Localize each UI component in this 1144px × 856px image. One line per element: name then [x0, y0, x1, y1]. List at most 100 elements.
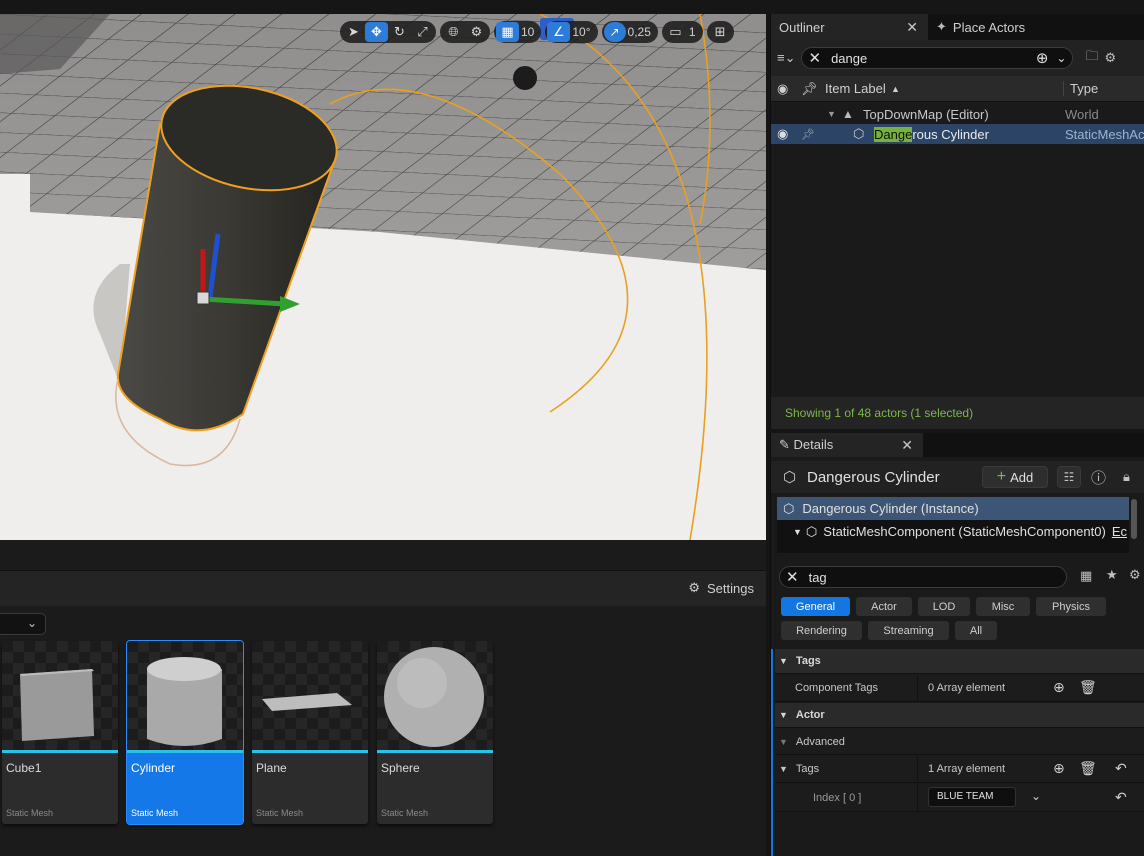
scale-snap-group[interactable]: ↗ 0,25 — [601, 21, 658, 43]
property-index-0: Index [ 0 ] BLUE TEAM ⌄ ↶ — [775, 784, 1144, 812]
new-folder-icon[interactable]: 🗀︎ — [1085, 47, 1098, 69]
close-icon[interactable]: ✕ — [901, 437, 913, 454]
top-strip — [0, 0, 1144, 14]
rotate-mode-icon[interactable]: ↻ — [388, 22, 411, 42]
filter-dropdown[interactable]: ⌄ — [0, 613, 46, 635]
outliner-status-text: Showing 1 of 48 actors (1 selected) — [771, 397, 1144, 429]
clear-search-icon[interactable]: ✕ — [808, 49, 821, 67]
close-icon[interactable]: ✕ — [906, 19, 918, 36]
rotation-snap-group[interactable]: ∠ 10° — [545, 21, 598, 43]
reset-icon[interactable]: ↶ — [1115, 760, 1127, 777]
add-element-icon[interactable]: ⊕ — [1053, 760, 1065, 777]
grid-snap-value[interactable]: 10 — [519, 25, 539, 39]
gear-icon[interactable]: ⚙ — [1105, 50, 1117, 66]
filter-lod[interactable]: LOD — [918, 597, 970, 616]
asset-thumbnail — [377, 641, 493, 753]
rotation-snap-value[interactable]: 10° — [570, 25, 595, 39]
search-value: tag — [808, 569, 827, 585]
filter-icon[interactable]: ≡⌄ — [777, 50, 795, 66]
add-component-button[interactable]: + Add — [982, 466, 1048, 488]
content-browser-header: ⚙ Settings — [0, 570, 766, 606]
outliner-search-input[interactable]: ✕ dange ⊕ ⌄ — [801, 47, 1074, 69]
expand-arrow-icon[interactable]: ▼ — [779, 764, 788, 774]
asset-name: Cube1 — [6, 761, 42, 775]
scale-snap-value[interactable]: 0,25 — [626, 25, 656, 39]
reset-icon[interactable]: ↶ — [1115, 789, 1127, 806]
scale-mode-icon[interactable]: ⤢ — [411, 22, 434, 42]
component-row-instance[interactable]: ⬡ Dangerous Cylinder (Instance) — [777, 497, 1129, 520]
add-filter-icon[interactable]: ⊕ — [1036, 49, 1049, 67]
camera-speed-group[interactable]: ▭ 1 — [661, 21, 703, 43]
table-view-icon[interactable]: ▦ — [1080, 568, 1092, 584]
asset-tile-sphere[interactable]: Sphere Static Mesh — [377, 641, 493, 824]
property-advanced[interactable]: ▼ Advanced — [775, 729, 1144, 755]
layout-group[interactable]: ⊞ — [706, 21, 734, 43]
gear-icon[interactable]: ⚙ — [1129, 567, 1141, 583]
actor-name: Dangerous Cylinder — [807, 468, 940, 486]
outliner-row-dangerous-cylinder[interactable]: ◉ 📌︎ ⬡ Dangerous Cylinder StaticMeshAc — [771, 124, 1144, 144]
filter-misc[interactable]: Misc — [976, 597, 1030, 616]
expand-arrow-icon[interactable]: ▼ — [827, 109, 836, 119]
component-row-static-mesh[interactable]: ▼ ⬡ StaticMeshComponent (StaticMeshCompo… — [777, 520, 1129, 543]
blueprint-icon[interactable]: ☷ — [1057, 466, 1081, 488]
filter-all[interactable]: All — [955, 621, 997, 640]
component-label: StaticMeshComponent (StaticMeshComponent… — [823, 524, 1106, 539]
asset-tiles: Cube1 Static Mesh Cylinder Static Mesh P… — [2, 640, 493, 825]
grid-snap-group[interactable]: ▦ 10 — [494, 21, 542, 43]
filter-general[interactable]: General — [781, 597, 850, 616]
rotation-snap-icon[interactable]: ∠ — [547, 22, 571, 42]
outliner-row-world[interactable]: ▼ ▲ TopDownMap (Editor) World — [771, 104, 1144, 124]
chevron-down-icon[interactable]: ⌄ — [1056, 51, 1066, 65]
filter-streaming[interactable]: Streaming — [868, 621, 949, 640]
property-value: 0 Array element — [928, 682, 1006, 694]
type-header[interactable]: Type — [1063, 81, 1098, 96]
settings-button[interactable]: ⚙ Settings — [688, 580, 754, 596]
expand-arrow-icon: ▼ — [779, 656, 788, 666]
asset-tile-cube[interactable]: Cube1 Static Mesh — [2, 641, 118, 824]
tab-place-actors[interactable]: ✦ Place Actors — [928, 14, 1035, 40]
camera-icon[interactable]: ▭ — [664, 22, 687, 42]
asset-tile-plane[interactable]: Plane Static Mesh — [252, 641, 368, 824]
cube-thumbnail-icon — [20, 669, 94, 741]
add-element-icon[interactable]: ⊕ — [1053, 679, 1065, 696]
trash-icon[interactable]: 🗑︎ — [1079, 760, 1097, 777]
add-label: Add — [1010, 469, 1034, 485]
viewport-layout-icon[interactable]: ⊞ — [709, 22, 732, 42]
translate-mode-icon[interactable]: ✥ — [365, 22, 388, 42]
help-icon[interactable]: ⓘ — [1091, 467, 1106, 488]
visibility-eye-icon[interactable]: ◉ — [777, 126, 788, 142]
tab-details[interactable]: ✎ Details ✕ — [771, 433, 923, 457]
favorite-star-icon[interactable]: ★ — [1106, 567, 1118, 583]
pin-icon[interactable]: 📌︎ — [801, 128, 815, 141]
tab-outliner[interactable]: Outliner ✕ — [771, 14, 928, 40]
filter-actor[interactable]: Actor — [856, 597, 912, 616]
label-rest: rous Cylinder — [912, 126, 989, 142]
item-label-header[interactable]: Item Label — [825, 81, 886, 96]
select-mode-icon[interactable]: ➤ — [342, 22, 365, 42]
grid-snap-icon[interactable]: ▦ — [496, 22, 519, 42]
visibility-column-icon[interactable]: ◉ — [777, 81, 788, 97]
filter-physics[interactable]: Physics — [1036, 597, 1106, 616]
pin-column-icon[interactable]: 📌︎ — [801, 81, 818, 97]
category-tags[interactable]: ▼ Tags — [775, 649, 1144, 674]
camera-speed-value[interactable]: 1 — [687, 25, 701, 39]
filter-rendering[interactable]: Rendering — [781, 621, 862, 640]
tag-value-input[interactable]: BLUE TEAM — [928, 787, 1016, 807]
chevron-down-icon[interactable]: ⌄ — [1031, 789, 1041, 803]
world-space-icon[interactable]: 🌐︎ — [442, 22, 465, 42]
property-component-tags: Component Tags 0 Array element ⊕ 🗑︎ — [775, 675, 1144, 702]
asset-tile-cylinder[interactable]: Cylinder Static Mesh — [126, 640, 244, 825]
gear-icon: ⚙ — [688, 580, 701, 595]
category-actor[interactable]: ▼ Actor — [775, 703, 1144, 728]
tree-scrollbar[interactable] — [1131, 499, 1137, 539]
expand-arrow-icon[interactable]: ▼ — [793, 527, 802, 537]
clear-search-icon[interactable]: ✕ — [786, 568, 799, 586]
scale-snap-icon[interactable]: ↗ — [603, 22, 626, 42]
lock-icon[interactable]: 🔒︎ — [1123, 469, 1130, 485]
details-search-input[interactable]: ✕ tag — [779, 566, 1067, 588]
level-viewport[interactable]: ➤ ✥ ↻ ⤢ 🌐︎ ⚙ ▦ 10 ∠ 10° ↗ 0,25 ▭ 1 ⊞ — [0, 14, 766, 540]
trash-icon[interactable]: 🗑︎ — [1079, 679, 1097, 696]
asset-thumbnail — [2, 641, 118, 753]
surface-snap-icon[interactable]: ⚙ — [465, 22, 488, 42]
sort-asc-icon: ▲ — [891, 83, 900, 94]
